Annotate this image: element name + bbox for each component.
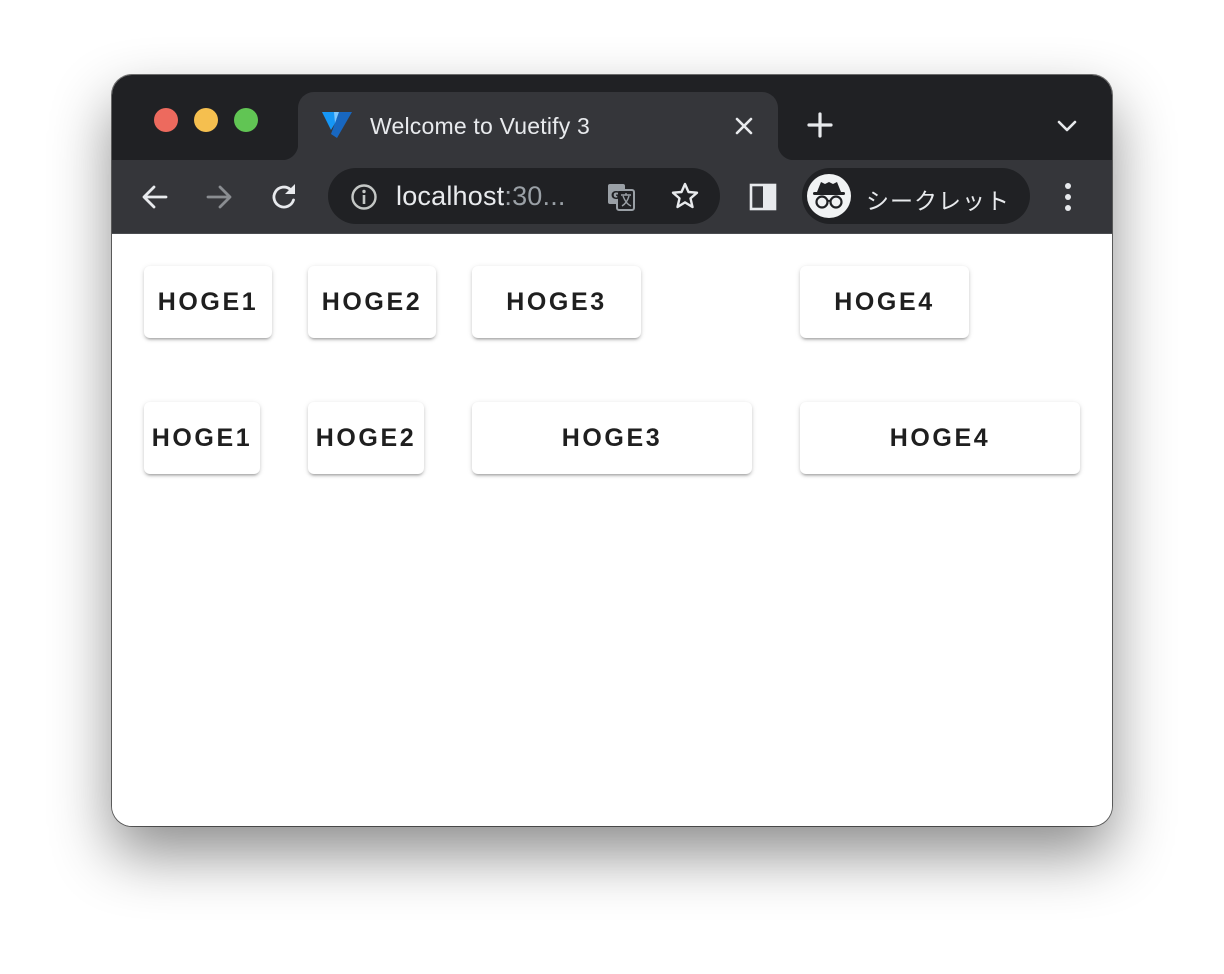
browser-toolbar: localhost:30... G シークレット (112, 160, 1112, 234)
hoge4-button[interactable]: HOGE4 (800, 402, 1080, 474)
tab-title: Welcome to Vuetify 3 (370, 113, 591, 139)
back-arrow-icon[interactable] (140, 182, 170, 212)
url-rest: :30... (504, 181, 566, 211)
hoge2-button[interactable]: HOGE2 (308, 266, 436, 338)
svg-text:G: G (611, 189, 620, 202)
window-minimize-button[interactable] (194, 108, 218, 132)
incognito-label: シークレット (866, 189, 1010, 215)
hoge4-button[interactable]: HOGE4 (800, 266, 969, 338)
tab-strip: Welcome to Vuetify 3 (112, 75, 1112, 160)
page-content: HOGE1 HOGE2 HOGE3 HOGE4 HOGE1 HOGE2 HOGE… (112, 234, 1112, 826)
active-tab[interactable]: Welcome to Vuetify 3 (282, 92, 794, 160)
window-maximize-button[interactable] (234, 108, 258, 132)
incognito-icon (813, 182, 845, 209)
window-close-button[interactable] (154, 108, 178, 132)
reload-icon[interactable] (268, 181, 300, 213)
hoge3-button[interactable]: HOGE3 (472, 266, 641, 338)
hoge2-button[interactable]: HOGE2 (308, 402, 424, 474)
forward-arrow-icon[interactable] (204, 182, 234, 212)
more-vert-icon[interactable] (1056, 180, 1080, 214)
translate-icon[interactable]: G (606, 182, 636, 212)
incognito-avatar (807, 174, 851, 218)
vuetify-logo-icon (322, 112, 352, 138)
hoge1-button[interactable]: HOGE1 (144, 402, 260, 474)
url-text: localhost:30... (396, 181, 566, 212)
info-icon[interactable] (350, 183, 378, 211)
plus-icon[interactable] (806, 111, 834, 139)
incognito-profile-button[interactable]: シークレット (802, 168, 1030, 224)
side-panel-icon[interactable] (748, 182, 778, 212)
hoge1-button[interactable]: HOGE1 (144, 266, 272, 338)
chevron-down-icon[interactable] (1056, 115, 1078, 137)
hoge3-button[interactable]: HOGE3 (472, 402, 752, 474)
address-bar[interactable]: localhost:30... G (328, 168, 720, 224)
url-host: localhost (396, 181, 505, 211)
browser-window: Welcome to Vuetify 3 localhost:30... G シ… (112, 75, 1112, 826)
star-icon[interactable] (670, 181, 700, 211)
close-icon[interactable] (734, 116, 754, 136)
